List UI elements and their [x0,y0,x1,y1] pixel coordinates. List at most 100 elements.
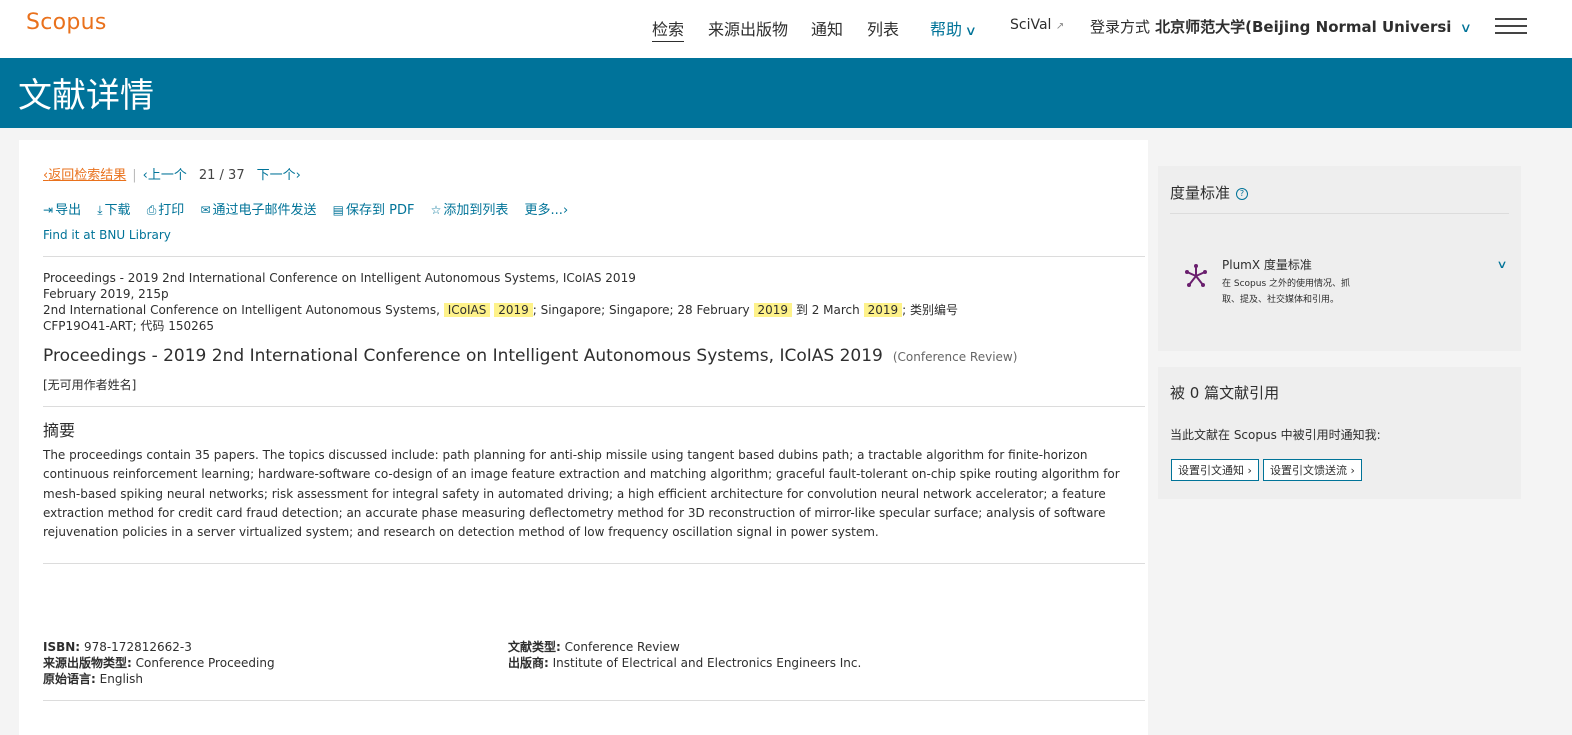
metrics-title: 度量标准 [1170,184,1231,202]
back-to-results-label: 返回检索结果 [48,168,127,183]
isbn-row: ISBN: 978-172812662-3 [43,639,275,655]
scopus-logo[interactable]: Scopus [26,10,107,35]
set-citation-feed-button[interactable]: 设置引文馈送流 › [1263,459,1362,481]
previous-result-link[interactable]: ‹上一个 [143,168,187,183]
metrics-panel: 度量标准? PlumX 度量标准 在 Scopus 之外的使用情况、抓取、提及、… [1158,166,1521,351]
plumx-description: 在 Scopus 之外的使用情况、抓取、提及、社交媒体和引用。 [1222,279,1350,305]
set-citation-alert-button[interactable]: 设置引文通知 › [1171,459,1259,481]
page-title: 文献详情 [18,76,154,116]
source-type-value: Conference Proceeding [135,656,275,670]
abstract-heading: 摘要 [43,421,76,440]
highlight-term: 2019 [753,303,793,317]
divider [43,563,1145,564]
conference-name: 2nd International Conference on Intellig… [43,303,440,317]
source-date: February 2019, 215p [43,287,169,301]
page-banner: 文献详情 [0,58,1572,128]
source-title: Proceedings - 2019 2nd International Con… [43,271,636,285]
total-results: 37 [228,168,245,183]
export-button[interactable]: ⇥ 导出 [43,199,81,218]
isbn-value: 978-172812662-3 [83,640,192,654]
star-icon: ☆ [430,203,442,217]
conference-location: ; Singapore; Singapore; 28 February [532,303,750,317]
login-institution-menu[interactable]: 登录方式 北京师范大学(Beijing Normal Universi ∨ [1090,16,1472,37]
export-label: 导出 [55,203,82,218]
conference-info: 2nd International Conference on Intellig… [43,302,963,334]
nav-help[interactable]: 帮助 ∨ [930,16,977,40]
set-citation-feed-label: 设置引文馈送流 [1270,464,1347,477]
external-link-icon: ↗ [1055,21,1065,32]
previous-label: 上一个 [147,168,187,183]
highlight-term: ICoIAS [443,303,491,317]
chevron-right-icon: › [1350,464,1355,477]
cited-by-title: 被 0 篇文献引用 [1170,384,1280,402]
export-icon: ⇥ [43,203,54,217]
hamburger-menu-icon[interactable] [1495,18,1527,36]
highlight-term: 2019 [863,303,903,317]
chevron-down-icon: ∨ [964,24,977,39]
nav-sources[interactable]: 来源出版物 [708,16,788,40]
doc-type-row: 文献类型: Conference Review [508,639,861,655]
highlight-term: 2019 [494,303,533,317]
more-label: 更多... [524,203,563,218]
publisher-row: 出版商: Institute of Electrical and Electro… [508,655,861,671]
document-type-label: (Conference Review) [892,350,1018,364]
divider [43,700,1145,701]
top-navigation: Scopus 检索 来源出版物 通知 列表 帮助 ∨ SciVal ↗ 登录方式 … [0,0,1572,58]
print-label: 打印 [158,203,185,218]
chevron-down-icon: ∨ [1459,21,1472,36]
nav-lists[interactable]: 列表 [867,16,899,40]
publisher-value: Institute of Electrical and Electronics … [552,656,862,670]
help-icon[interactable]: ? [1236,187,1249,200]
nav-search[interactable]: 检索 [652,16,685,42]
language-value: English [99,672,143,686]
source-type-row: 来源出版物类型: Conference Proceeding [43,655,275,671]
abstract-text: The proceedings contain 35 papers. The t… [43,448,1120,540]
more-button[interactable]: 更多...› [525,199,569,218]
download-button[interactable]: ⤓ 下载 [97,199,130,218]
document-title-row: Proceedings - 2019 2nd International Con… [43,346,1017,366]
doc-type-label: 文献类型: [508,640,561,654]
chevron-right-icon: › [562,203,569,218]
chevron-right-icon: › [1247,464,1252,477]
next-result-link[interactable]: 下一个› [257,168,301,183]
nav-scival-label: SciVal [1010,17,1052,33]
citation-notify-text: 当此文献在 Scopus 中被引用时通知我: [1170,428,1381,442]
publisher-label: 出版商: [508,656,549,670]
cited-by-panel: 被 0 篇文献引用 当此文献在 Scopus 中被引用时通知我: 设置引文通知 … [1158,367,1521,499]
back-to-results-link[interactable]: ‹返回检索结果 [43,168,126,183]
email-button[interactable]: ✉ 通过电子邮件发送 [200,199,316,218]
download-icon: ⤓ [97,203,103,217]
doc-type-value: Conference Review [564,640,680,654]
divider [1170,213,1509,214]
result-navigation: ‹返回检索结果 | ‹上一个 21 / 37 下一个› [43,164,301,183]
chevron-right-icon: › [295,168,301,183]
add-to-list-button[interactable]: ☆ 添加到列表 [431,199,509,218]
plumx-title[interactable]: PlumX 度量标准 [1222,256,1312,273]
divider: | [132,168,137,183]
institution-name: 北京师范大学(Beijing Normal Universi [1155,18,1452,36]
print-icon: ⎙ [146,203,157,217]
language-row: 原始语言: English [43,671,275,687]
email-icon: ✉ [200,203,211,217]
chevron-down-icon[interactable]: ∨ [1496,258,1507,271]
find-it-library-link[interactable]: Find it at BNU Library [43,228,171,242]
next-label: 下一个 [256,168,296,183]
current-position: 21 [198,168,216,183]
metadata-right: 文献类型: Conference Review 出版商: Institute o… [508,639,861,671]
print-button[interactable]: ⎙ 打印 [147,199,185,218]
add-to-list-label: 添加到列表 [443,203,509,218]
download-label: 下载 [104,203,131,218]
isbn-label: ISBN: [43,640,81,654]
position-separator: / [219,168,224,183]
document-title: Proceedings - 2019 2nd International Con… [43,346,883,366]
result-position: 21 / 37 [199,168,245,183]
document-details-panel: ‹返回检索结果 | ‹上一个 21 / 37 下一个› ⇥ 导出 ⤓ 下载 ⎙ 打印 ✉ 通过电… [19,140,1148,735]
authors: [无可用作者姓名] [43,378,137,392]
language-label: 原始语言: [43,672,96,686]
save-pdf-button[interactable]: ▤ 保存到 PDF [333,199,415,218]
nav-help-label: 帮助 [930,20,963,39]
nav-alerts[interactable]: 通知 [811,16,843,40]
nav-scival[interactable]: SciVal ↗ [1010,17,1064,33]
conference-end: 到 2 March [795,303,860,317]
source-type-label: 来源出版物类型: [43,656,132,670]
